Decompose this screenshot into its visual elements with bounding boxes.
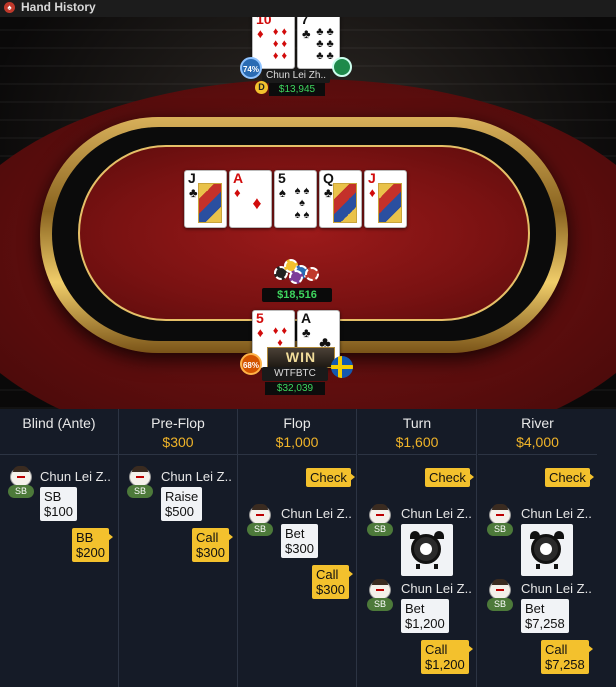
column-title: Blind (Ante) [22, 415, 96, 431]
hero-equity-badge: 68% [240, 353, 262, 375]
column-title: River [521, 415, 554, 431]
avatar: SB [244, 504, 274, 539]
card-suit: ♣ [324, 185, 333, 200]
avatar: SB [364, 504, 394, 539]
card-suit: ♦ [234, 185, 241, 200]
dealer-button-icon: D [255, 81, 268, 94]
action-bubble: SB $100 [40, 487, 77, 521]
avatar: SB [124, 466, 154, 501]
column-header: Pre-Flop $300 [119, 409, 237, 455]
pot-amount: $18,516 [262, 288, 332, 302]
hero-stack: $32,039 [265, 382, 325, 395]
column-header: River $4,000 [478, 409, 597, 455]
card-rank: J [368, 170, 376, 186]
card-suit: ♣ [189, 185, 198, 200]
board-card-2: A ♦ ♦ [229, 170, 272, 228]
column-title: Pre-Flop [151, 415, 205, 431]
position-badge: SB [127, 485, 153, 498]
column-title: Turn [402, 415, 432, 431]
column-title: Flop [283, 415, 311, 431]
board-card-1: J ♣ [184, 170, 227, 228]
opponent-action: Check [306, 468, 355, 487]
opponent-action: Call $300 [312, 565, 353, 599]
position-badge: SB [8, 485, 34, 498]
position-badge: SB [487, 598, 513, 611]
action-bubble: Bet $7,258 [521, 599, 569, 633]
opponent-action: Call $7,258 [541, 640, 593, 674]
position-badge: SB [247, 523, 273, 536]
column-amount: $300 [162, 434, 194, 450]
poker-table-scene: 10 ♦ ♦ ♦ ♦ ♦ ♦ ♦ 7 ♣ ♣ ♣ ♣ ♣ ♣ ♣ 74% Chun Le… [0, 17, 616, 409]
window-title: Hand History [21, 0, 96, 14]
timebank-clock-icon [521, 524, 573, 576]
column-blind: Blind (Ante) SB Chun Lei Z.. SB $100 BB $2… [0, 409, 119, 687]
avatar: SB [484, 504, 514, 539]
opponent-action: Check [545, 468, 594, 487]
avatar: SB [484, 579, 514, 614]
avatar: SB [5, 466, 35, 501]
hero-name[interactable]: WTFBTC [262, 367, 328, 381]
position-badge: SB [367, 598, 393, 611]
column-header: Flop $1,000 [238, 409, 356, 455]
card-suit: ♦ [369, 185, 376, 200]
top-player-stack: $13,945 [269, 83, 325, 96]
title-bar: ♠ Hand History [0, 0, 616, 17]
player-name: Chun Lei Z.. [40, 469, 111, 484]
action-bubble: Bet $300 [281, 524, 318, 558]
flag-player-icon [332, 57, 352, 77]
card-suit: ♦ [257, 26, 264, 41]
card-suit: ♠ [279, 185, 286, 200]
top-player-equity-badge: 74% [240, 57, 262, 79]
player-name: Chun Lei Z.. [401, 506, 472, 521]
column-amount: $4,000 [516, 434, 559, 450]
card-rank: 5 [278, 170, 286, 186]
position-badge: SB [487, 523, 513, 536]
card-rank: A [233, 170, 244, 186]
player-name: Chun Lei Z.. [521, 581, 592, 596]
column-turn: Turn $1,600 Check SB Chun Lei Z.. SB Chu… [358, 409, 477, 687]
action-bubble: Raise $500 [161, 487, 203, 521]
chip-stack-icon [272, 256, 324, 286]
player-name: Chun Lei Z.. [281, 506, 352, 521]
card-suit: ♣ [302, 325, 311, 340]
timebank-clock-icon [401, 524, 453, 576]
card-rank: A [301, 310, 312, 326]
player-name: Chun Lei Z.. [161, 469, 232, 484]
board-card-5: J ♦ [364, 170, 407, 228]
win-badge: WIN [267, 347, 335, 368]
action-bubble: Bet $1,200 [401, 599, 449, 633]
top-player-name[interactable]: Chun Lei Zh.. [262, 69, 330, 83]
opponent-action: BB $200 [72, 528, 113, 562]
player-name: Chun Lei Z.. [401, 581, 472, 596]
column-river: River $4,000 Check SB Chun Lei Z.. SB Ch… [478, 409, 616, 687]
column-preflop: Pre-Flop $300 SB Chun Lei Z.. Raise $500 … [119, 409, 238, 687]
card-suit: ♦ [257, 325, 264, 340]
avatar: SB [364, 579, 394, 614]
poker-logo-icon: ♠ [4, 2, 15, 13]
column-header: Turn $1,600 [358, 409, 476, 455]
opponent-action: Call $1,200 [421, 640, 473, 674]
column-flop: Flop $1,000 Check SB Chun Lei Z.. Bet $30… [238, 409, 357, 687]
flag-sweden-icon [331, 356, 353, 378]
player-name: Chun Lei Z.. [521, 506, 592, 521]
card-suit: ♣ [302, 26, 311, 41]
board-card-3: 5 ♠ ♠ ♠ ♠ ♠ ♠ [274, 170, 317, 228]
card-rank: 5 [256, 310, 264, 326]
position-badge: SB [367, 523, 393, 536]
column-amount: $1,000 [275, 434, 319, 450]
opponent-action: Call $300 [192, 528, 233, 562]
opponent-action: Check [425, 468, 474, 487]
column-amount: $1,600 [395, 434, 439, 450]
board-card-4: Q ♣ [319, 170, 362, 228]
column-header: Blind (Ante) [0, 409, 118, 455]
card-rank: J [188, 170, 196, 186]
hand-history-grid: Blind (Ante) SB Chun Lei Z.. SB $100 BB $2… [0, 409, 616, 687]
